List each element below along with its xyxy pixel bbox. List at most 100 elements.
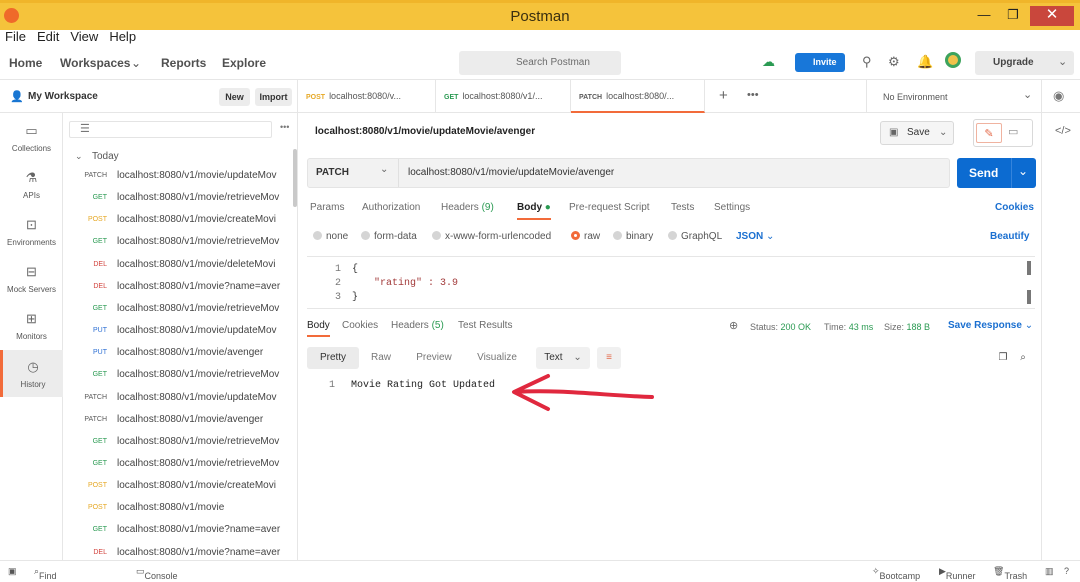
tab-request-3-active[interactable]: PATCH localhost:8080/... [571,80,705,113]
response-tab-test-results[interactable]: Test Results [458,320,512,331]
comment-icon[interactable]: ▭ [1008,125,1018,138]
runner-button[interactable]: ▶ Runner [939,566,975,581]
history-item[interactable]: GET localhost:8080/v1/movie/retrieveMov [63,455,289,477]
sidebar-item-environments[interactable]: ⊡ Environments [0,217,63,247]
radio-binary[interactable]: binary [613,231,653,242]
history-item[interactable]: GET localhost:8080/v1/movie/retrieveMov [63,433,289,455]
history-item[interactable]: DEL localhost:8080/v1/movie?name=aver [63,278,289,300]
radio-graphql[interactable]: GraphQL [668,231,722,242]
send-button[interactable]: Send ⌄ [957,158,1036,188]
history-item[interactable]: PUT localhost:8080/v1/movie/avenger [63,344,289,366]
satellite-icon[interactable]: ⚲ [862,54,872,70]
eye-icon[interactable]: ◉ [1053,88,1064,104]
tab-body[interactable]: Body ● [517,202,551,220]
beautify-link[interactable]: Beautify [990,231,1029,242]
environment-select[interactable]: No Environment ⌄ [866,80,1042,113]
history-group-today[interactable]: Today [92,151,119,162]
minimize-button[interactable]: — [971,6,997,26]
method-select[interactable]: PATCH ⌄ [308,159,399,187]
history-item[interactable]: GET localhost:8080/v1/movie?name=aver [63,521,289,543]
nav-home[interactable]: Home [9,56,42,70]
scrollbar[interactable] [1027,290,1031,304]
history-item[interactable]: PATCH localhost:8080/v1/movie/updateMov [63,167,289,189]
pencil-icon[interactable]: ✎ [976,123,1002,143]
save-response-button[interactable]: Save Response ⌄ [948,320,1033,331]
response-tab-headers[interactable]: Headers (5) [391,320,444,331]
sidebar-item-apis[interactable]: ⚗ APIs [0,170,63,200]
chevron-down-icon[interactable]: ⌄ [75,151,83,162]
radio-form-data[interactable]: form-data [361,231,417,242]
workspace-name[interactable]: My Workspace [28,91,98,102]
code-icon[interactable]: </> [1055,125,1071,137]
menu-file[interactable]: File [5,30,26,44]
sidebar-item-history[interactable]: ◷ History [0,350,63,397]
layout-icon[interactable]: ▥ [1045,566,1054,577]
tab-tests[interactable]: Tests [671,202,694,213]
menu-view[interactable]: View [70,30,98,44]
radio-none[interactable]: none [313,231,348,242]
tab-params[interactable]: Params [310,202,344,213]
menu-edit[interactable]: Edit [37,30,59,44]
response-format-select[interactable]: Text ⌄ [536,347,590,369]
find-replace-button[interactable]: ⌕ Find and Replace [34,566,57,582]
import-button[interactable]: Import [255,88,292,106]
history-item[interactable]: DEL localhost:8080/v1/movie?name=aver [63,544,289,560]
radio-x-www-form-urlencoded[interactable]: x-www-form-urlencoded [432,231,551,242]
history-item[interactable]: PATCH localhost:8080/v1/movie/updateMov [63,389,289,411]
nav-workspaces[interactable]: Workspaces [60,56,130,70]
history-item[interactable]: GET localhost:8080/v1/movie/retrieveMov [63,233,289,255]
cookies-link[interactable]: Cookies [995,202,1034,213]
tab-settings[interactable]: Settings [714,202,750,213]
gear-icon[interactable]: ⚙ [888,54,900,70]
invite-button[interactable]: Invite [795,53,845,72]
sidebar-item-monitors[interactable]: ⊞ Monitors [0,311,63,341]
history-item[interactable]: PATCH localhost:8080/v1/movie/avenger [63,411,289,433]
console-button[interactable]: ▭ Console [136,566,178,581]
sidebar-item-mock-servers[interactable]: ⊟ Mock Servers [0,264,63,294]
view-visualize[interactable]: Visualize [468,347,526,369]
help-icon[interactable]: ? [1064,566,1069,576]
history-item[interactable]: DEL localhost:8080/v1/movie/deleteMovi [63,256,289,278]
body-format-select[interactable]: JSON ⌄ [736,231,774,242]
tab-request-1[interactable]: POST localhost:8080/v... [298,80,436,113]
add-tab-icon[interactable]: + [719,87,728,104]
tab-authorization[interactable]: Authorization [362,202,420,213]
view-preview[interactable]: Preview [408,347,460,369]
history-item[interactable]: GET localhost:8080/v1/movie/retrieveMov [63,366,289,388]
tab-pre-request-script[interactable]: Pre-request Script [569,202,650,213]
chevron-down-icon[interactable]: ⌄ [131,56,141,70]
search-input[interactable]: Search Postman [459,51,621,75]
history-item[interactable]: GET localhost:8080/v1/movie/retrieveMov [63,300,289,322]
view-pretty[interactable]: Pretty [307,347,359,369]
copy-icon[interactable]: ❐ [996,347,1010,369]
bootcamp-button[interactable]: ✧ Bootcamp [872,566,920,581]
more-options-icon[interactable]: ••• [280,122,289,132]
tab-request-2[interactable]: GET localhost:8080/v1/... [436,80,571,113]
history-item[interactable]: POST localhost:8080/v1/movie [63,499,289,521]
response-tab-body[interactable]: Body [307,320,330,337]
save-button[interactable]: ▣ Save ⌄ [880,121,954,145]
tab-headers[interactable]: Headers (9) [441,202,494,213]
menu-help[interactable]: Help [109,30,136,44]
nav-explore[interactable]: Explore [222,56,266,70]
sync-status-icon[interactable]: ☁ [762,54,775,70]
response-tab-cookies[interactable]: Cookies [342,320,378,331]
maximize-button[interactable]: ❐ [1000,6,1026,26]
trash-button[interactable]: 🗑 Trash [993,566,1027,581]
sidebar-item-collections[interactable]: ▭ Collections [0,123,63,153]
sidebar-toggle-icon[interactable]: ▣ [8,566,17,577]
chevron-down-icon[interactable]: ⌄ [1018,156,1028,186]
scrollbar[interactable] [293,149,297,207]
nav-reports[interactable]: Reports [161,56,206,70]
avatar[interactable] [945,52,961,68]
request-body-editor[interactable]: 1 { 2 "rating" : 3.9 3 } [307,256,1035,309]
search-icon[interactable]: ⌕ [1016,347,1030,369]
history-item[interactable]: POST localhost:8080/v1/movie/createMovi [63,477,289,499]
scrollbar[interactable] [1027,261,1031,275]
chevron-down-icon[interactable]: ⌄ [1058,55,1067,68]
bell-icon[interactable]: 🔔 [917,54,933,70]
history-item[interactable]: PUT localhost:8080/v1/movie/updateMov [63,322,289,344]
wrap-lines-icon[interactable]: ≡ [597,347,621,369]
history-item[interactable]: POST localhost:8080/v1/movie/createMovi [63,211,289,233]
request-name[interactable]: localhost:8080/v1/movie/updateMovie/aven… [315,126,535,137]
